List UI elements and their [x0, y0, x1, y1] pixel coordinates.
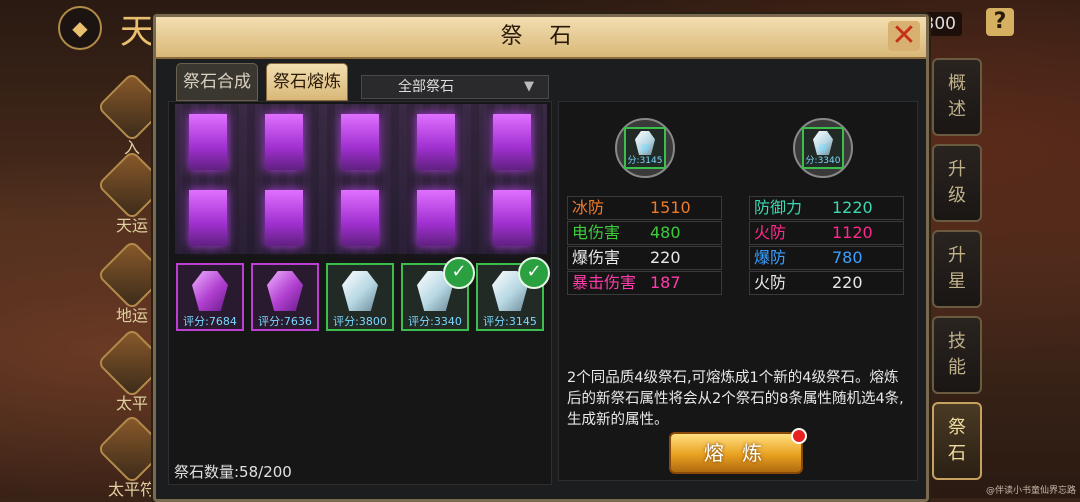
attribute-row: 防御力 1220 — [749, 196, 904, 220]
attr-name: 防御力 — [754, 198, 803, 217]
attr-value: 220 — [650, 248, 681, 267]
material-score: 评分:3340 — [805, 145, 841, 166]
close-button[interactable]: ✕ — [888, 21, 920, 51]
blurred-stone — [189, 190, 227, 246]
attribute-row: 爆防 780 — [749, 246, 904, 270]
attributes-left: 冰防 1510 电伤害 480 爆伤害 220 暴击伤害 187 — [567, 196, 722, 296]
side-tab-overview[interactable]: 概述 — [932, 58, 982, 136]
attr-name: 爆伤害 — [572, 248, 621, 267]
background-title: 天 — [120, 12, 154, 52]
side-tab-sacrifice-stone[interactable]: 祭石 — [932, 402, 982, 480]
attr-name: 爆防 — [754, 248, 787, 267]
attribute-row: 火防 220 — [749, 271, 904, 295]
stone-slot[interactable]: 评分:7684 — [176, 263, 244, 331]
side-tab-levelup[interactable]: 升级 — [932, 144, 982, 222]
blurred-stone — [265, 114, 303, 170]
attribute-row: 火防 1120 — [749, 221, 904, 245]
attr-name: 暴击伤害 — [572, 273, 637, 292]
back-arrow-icon: ◆ — [72, 16, 88, 40]
stone-inventory-panel: 评分:7684 评分:7636 评分:3800 评分:3340 ✓ 评分:314… — [168, 101, 552, 485]
attr-value: 187 — [650, 273, 681, 292]
attribute-row: 冰防 1510 — [567, 196, 722, 220]
blurred-stone-grid — [175, 104, 547, 254]
attr-value: 480 — [650, 223, 681, 242]
stone-slot-selected[interactable]: 评分:3145 ✓ — [476, 257, 550, 331]
smelt-button-label: 熔 炼 — [703, 441, 769, 465]
stone-count-label: 祭石数量:58/200 — [174, 463, 292, 481]
blurred-stone — [417, 114, 455, 170]
attr-value: 1220 — [832, 198, 873, 217]
side-tab-skills[interactable]: 技能 — [932, 316, 982, 394]
smelt-preview-panel: 评分:3145 评分:3340 冰防 1510 电伤害 480 爆伤害 220 暴击伤… — [558, 101, 918, 481]
sacrifice-stone-dialog: 祭 石 ✕ 祭石合成 祭石熔炼 全部祭石 ▼ 评分:7684 评分:7636 评… — [153, 14, 929, 502]
attr-value: 220 — [832, 273, 863, 292]
attr-name: 冰防 — [572, 198, 605, 217]
tab-stone-smelting[interactable]: 祭石熔炼 — [266, 63, 348, 101]
blurred-stone — [417, 190, 455, 246]
stone-slot-selected[interactable]: 评分:3340 ✓ — [401, 257, 475, 331]
material-slot-1[interactable]: 评分:3145 — [615, 118, 675, 178]
blurred-stone — [265, 190, 303, 246]
material-slot-2[interactable]: 评分:3340 — [793, 118, 853, 178]
attr-name: 火防 — [754, 223, 787, 242]
stone-slot[interactable]: 评分:3800 — [326, 263, 394, 331]
blurred-stone — [493, 114, 531, 170]
smelt-button[interactable]: 熔 炼 — [669, 428, 807, 474]
dialog-title-bar: 祭 石 ✕ — [156, 17, 926, 59]
stone-score: 评分:7684 — [183, 315, 237, 328]
material-frame: 评分:3340 — [802, 127, 844, 169]
attribute-row: 爆伤害 220 — [567, 246, 722, 270]
checkmark-icon: ✓ — [518, 257, 550, 289]
blurred-stone — [493, 190, 531, 246]
attribute-row: 暴击伤害 187 — [567, 271, 722, 295]
material-score: 评分:3145 — [627, 145, 663, 166]
back-button[interactable]: ◆ — [58, 6, 102, 50]
purple-stone-icon — [267, 271, 303, 311]
blurred-stone — [189, 114, 227, 170]
notification-dot-icon — [791, 428, 807, 444]
side-tab-starup[interactable]: 升星 — [932, 230, 982, 308]
purple-stone-icon — [192, 271, 228, 311]
attr-value: 1510 — [650, 198, 691, 217]
attr-value: 1120 — [832, 223, 873, 242]
blurred-stone — [341, 114, 379, 170]
dropdown-arrow-icon: ▼ — [524, 79, 534, 94]
stone-score: 评分:3145 — [483, 315, 537, 328]
attr-value: 780 — [832, 248, 863, 267]
stone-slot[interactable]: 评分:7636 — [251, 263, 319, 331]
smelt-description: 2个同品质4级祭石,可熔炼成1个新的4级祭石。熔炼后的新祭石属性将会从2个祭石的… — [567, 370, 904, 428]
attributes-right: 防御力 1220 火防 1120 爆防 780 火防 220 — [749, 196, 904, 296]
attr-name: 电伤害 — [572, 223, 621, 242]
material-frame: 评分:3145 — [624, 127, 666, 169]
blurred-stone — [341, 190, 379, 246]
stone-score: 评分:3800 — [333, 315, 387, 328]
attribute-row: 电伤害 480 — [567, 221, 722, 245]
stone-score: 评分:3340 — [408, 315, 462, 328]
white-stone-icon — [342, 271, 378, 311]
filter-selected-value: 全部祭石 — [398, 79, 454, 95]
tab-stone-synthesis[interactable]: 祭石合成 — [176, 63, 258, 101]
help-button[interactable]: ? — [986, 8, 1014, 36]
stone-score: 评分:7636 — [258, 315, 312, 328]
attr-name: 火防 — [754, 273, 787, 292]
close-x-icon: ✕ — [891, 18, 917, 53]
watermark: @伴读小书童仙界忘路 — [985, 486, 1076, 496]
checkmark-icon: ✓ — [443, 257, 475, 289]
dialog-title: 祭 石 — [500, 24, 582, 49]
stone-filter-dropdown[interactable]: 全部祭石 ▼ — [361, 75, 549, 99]
